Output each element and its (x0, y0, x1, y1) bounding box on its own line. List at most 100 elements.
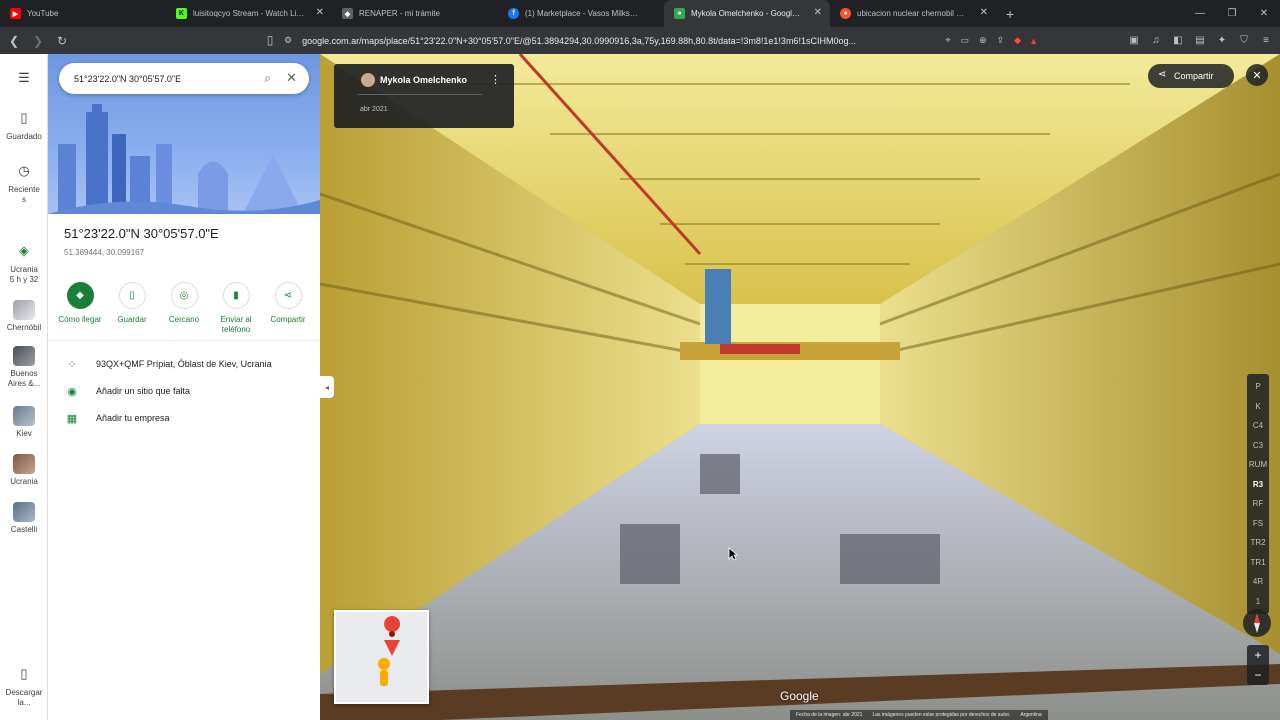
vpn-icon[interactable]: ⛉ (1236, 31, 1252, 49)
tab-kick[interactable]: K luisitoqcyo Stream - Watch Live on K ✕ (166, 0, 332, 27)
cast-icon[interactable]: ▭ (961, 35, 970, 46)
location-icon[interactable]: ⌖ (945, 35, 950, 46)
brave-shield-icon[interactable]: ◆ (1014, 35, 1021, 46)
leo-ai-icon[interactable]: ✦ (1214, 31, 1230, 49)
action-label: Cercano (168, 315, 200, 324)
action-buttons: ◆ Cómo llegar ▯ Guardar ◎ Cercano ▮ Envi… (48, 282, 320, 335)
recent-ucrania[interactable]: Ucrania (0, 454, 48, 487)
close-icon[interactable]: ✕ (286, 70, 297, 86)
saved-button[interactable]: ▯ Guardado (0, 108, 48, 142)
plus-code-icon: ⁘ (67, 358, 77, 371)
search-input[interactable]: 51°23'22.0"N 30°05'57.0"E ⌕ ✕ (59, 63, 309, 94)
close-streetview-button[interactable]: ✕ (1246, 64, 1268, 86)
avatar[interactable] (361, 73, 375, 87)
add-business-row[interactable]: ▦ Añadir tu empresa (48, 407, 320, 429)
floor-button[interactable]: P (1247, 377, 1269, 397)
download-label: Descargar la... (5, 688, 43, 707)
collapse-panel-button[interactable]: ◂ (320, 376, 334, 398)
divider (358, 94, 482, 95)
floor-button[interactable]: TR2 (1247, 533, 1269, 553)
sidebar-icon[interactable]: ◧ (1170, 31, 1186, 49)
recents-label: Reciente s (8, 185, 40, 204)
minimize-icon[interactable]: — (1184, 0, 1216, 27)
directions-diamond-icon: ◈ (19, 243, 29, 258)
recent-chernobil[interactable]: Chernóbil (0, 300, 48, 333)
directions-button[interactable]: ◆ Cómo llegar (54, 282, 106, 335)
floor-button[interactable]: 4R (1247, 572, 1269, 592)
floor-button[interactable]: FS (1247, 514, 1269, 534)
recent-kiev[interactable]: Kiev (0, 406, 48, 439)
url-field[interactable]: ⚙ google.com.ar/maps/place/51°23'22.0"N+… (284, 31, 1038, 50)
bookmark-icon: ▯ (118, 282, 146, 309)
tab-close-icon[interactable]: ✕ (980, 8, 988, 18)
share-page-icon[interactable]: ⇪ (997, 35, 1005, 46)
tab-renaper[interactable]: ◆ RENAPER - mi trámite (332, 0, 498, 27)
zoom-out-icon[interactable]: − (1247, 665, 1269, 685)
download-app-button[interactable]: ▯ Descargar la... (0, 664, 48, 708)
floor-button[interactable]: TR1 (1247, 553, 1269, 573)
streetview-share-button[interactable]: ⋖ Compartir (1148, 64, 1234, 88)
zoom-controls: + − (1247, 645, 1269, 685)
phone-icon: ▯ (20, 666, 28, 681)
menu-icon[interactable]: ≡ (1258, 31, 1274, 49)
floor-button[interactable]: RUM (1247, 455, 1269, 475)
share-button[interactable]: ⋖ Compartir (262, 282, 314, 335)
more-options-icon[interactable]: ⋮ (490, 73, 501, 86)
zoom-icon[interactable]: ⊕ (979, 35, 987, 46)
wallet-icon[interactable]: ▤ (1192, 31, 1208, 49)
brave-rewards-icon[interactable]: ▲ (1029, 36, 1038, 46)
bookmark-page-icon[interactable]: ▯ (260, 30, 280, 50)
restore-icon[interactable]: ❐ (1216, 0, 1248, 27)
place-title: 51°23'22.0"N 30°05'57.0"E (64, 226, 219, 241)
recent-castelli[interactable]: Castelli (0, 502, 48, 535)
zoom-in-icon[interactable]: + (1247, 645, 1269, 665)
tab-facebook[interactable]: f (1) Marketplace - Vasos Milkshake 3d (498, 0, 664, 27)
media-icon[interactable]: ♫ (1148, 31, 1164, 49)
phone-icon: ▮ (222, 282, 250, 309)
search-icon[interactable]: ⌕ (264, 71, 271, 86)
photo-author-card: Mykola Omelchenko ⋮ abr 2021 (334, 64, 514, 128)
shield-icon: ◆ (342, 8, 353, 19)
recent-thumbnail (13, 406, 35, 426)
tab-close-icon[interactable]: ✕ (814, 8, 822, 18)
recent-ucrania-route[interactable]: ◈ Ucrania 5 h y 32 (0, 241, 48, 285)
floor-button-active[interactable]: R3 (1247, 475, 1269, 495)
tab-youtube[interactable]: ▶ YouTube (0, 0, 166, 27)
author-name[interactable]: Mykola Omelchenko (380, 75, 467, 85)
street-view-panorama[interactable]: Google (320, 54, 1280, 720)
floor-button[interactable]: RF (1247, 494, 1269, 514)
tab-title: ubicacion nuclear chernobil maps - B (857, 9, 970, 18)
add-missing-place-row[interactable]: ◉ Añadir un sitio que falta (48, 380, 320, 402)
tab-title: Mykola Omelchenko - Google M (691, 9, 804, 18)
hero-illustration: 51°23'22.0"N 30°05'57.0"E ⌕ ✕ (48, 54, 320, 214)
screenshot-icon[interactable]: ▣ (1126, 31, 1142, 49)
nearby-button[interactable]: ◎ Cercano (158, 282, 210, 335)
send-to-phone-button[interactable]: ▮ Enviar al teléfono (210, 282, 262, 335)
reload-icon[interactable]: ↻ (52, 31, 72, 51)
menu-button[interactable]: ☰ (0, 68, 48, 92)
compass-button[interactable] (1243, 609, 1271, 637)
forward-icon[interactable]: ❯ (28, 31, 48, 51)
new-tab-icon[interactable]: + (1006, 6, 1014, 22)
site-info-icon[interactable]: ⚙ (284, 35, 292, 46)
tab-close-icon[interactable]: ✕ (316, 8, 324, 18)
minimap[interactable] (334, 610, 429, 704)
recent-buenos-aires[interactable]: Buenos Aires &... (0, 346, 48, 389)
floor-button[interactable]: C4 (1247, 416, 1269, 436)
toolbar-icons: ▣ ♫ ◧ ▤ ✦ ⛉ ≡ (1126, 31, 1274, 49)
city-skyline-illustration (48, 104, 320, 214)
floor-button[interactable]: K (1247, 397, 1269, 417)
recent-label: Ucrania (10, 477, 38, 486)
recent-thumbnail (13, 300, 35, 320)
plus-code-row[interactable]: ⁘ 93QX+QMF Prípiat, Óblast de Kiev, Ucra… (48, 353, 320, 375)
tab-google-maps[interactable]: ● Mykola Omelchenko - Google M ✕ (664, 0, 830, 27)
tab-brave-search[interactable]: ● ubicacion nuclear chernobil maps - B ✕ (830, 0, 996, 27)
recents-button[interactable]: ◷ Reciente s (0, 161, 48, 205)
pegman-marker-icon (378, 616, 401, 686)
country-label[interactable]: Argentina (1020, 712, 1041, 718)
capture-date: abr 2021 (360, 106, 388, 113)
floor-button[interactable]: C3 (1247, 436, 1269, 456)
save-button[interactable]: ▯ Guardar (106, 282, 158, 335)
close-window-icon[interactable]: ✕ (1248, 0, 1280, 27)
back-icon[interactable]: ❮ (4, 31, 24, 51)
